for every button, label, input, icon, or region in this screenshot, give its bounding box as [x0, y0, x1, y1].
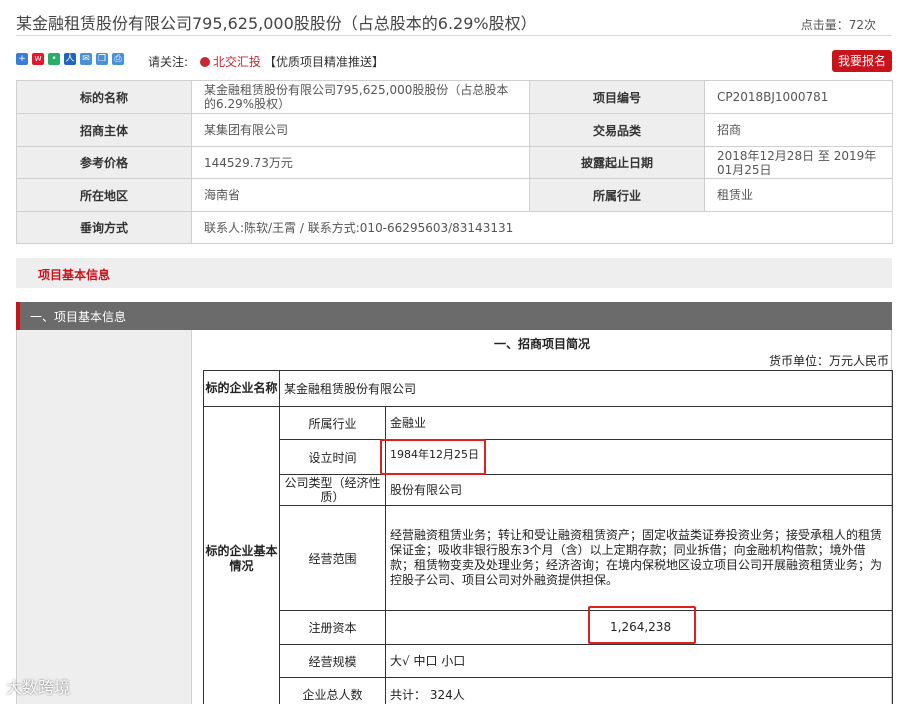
row-value: 经营融资租赁业务；转让和受让融资租赁资产；固定收益类证券投资业务；接受承租人的租…	[384, 505, 894, 611]
section-bar-label: 一、项目基本信息	[30, 310, 127, 324]
brand-dot-icon	[200, 57, 210, 67]
row-label: 经营规模	[279, 644, 386, 678]
detail-table: 标的企业名称 某金融租赁股份有限公司 标的企业基本情况 所属行业 金融业 设立时…	[203, 370, 894, 704]
info-value: 海南省	[191, 178, 530, 212]
page-title: 某金融租赁股份有限公司795,625,000股股份（占总股本的6.29%股权）	[16, 14, 537, 33]
table-row: 公司类型（经济性质） 股份有限公司	[204, 474, 894, 506]
row-value: 股份有限公司	[384, 474, 894, 506]
table-row: 标的企业基本情况 所属行业 金融业	[203, 406, 894, 704]
registered-capital: 1,264,238	[610, 620, 672, 634]
founding-date: 1984年12月25日	[390, 448, 479, 461]
detail-title: 一、招商项目简况	[493, 337, 590, 351]
table-row: 设立时间	[204, 439, 894, 475]
share-row: + w • 人 ✉ ❐ ⎙ 请关注: 北交汇投 【优质项目精准推送】 我要报名	[16, 50, 892, 72]
row-label: 公司类型（经济性质）	[279, 474, 386, 506]
info-value: 联系人:陈软/王霄 / 联系方式:010-66295603/83143131	[191, 211, 893, 244]
info-value: 某金融租赁股份有限公司795,625,000股股份（占总股本的6.29%股权）	[191, 80, 530, 114]
info-key: 标的名称	[16, 80, 192, 114]
table-row: 注册资本	[204, 610, 894, 645]
info-value: 2018年12月28日 至 2019年01月25日	[704, 146, 893, 179]
mail-icon[interactable]: ✉	[80, 53, 92, 65]
register-button[interactable]: 我要报名	[832, 50, 892, 72]
info-key: 参考价格	[16, 146, 192, 179]
project-info-table: 标的名称 某金融租赁股份有限公司795,625,000股股份（占总股本的6.29…	[16, 80, 893, 244]
company-name-value: 某金融租赁股份有限公司	[278, 370, 894, 407]
info-key: 招商主体	[16, 113, 192, 147]
wechat-icon[interactable]: •	[48, 53, 60, 65]
info-value: 某集团有限公司	[191, 113, 530, 147]
info-value: CP2018BJ1000781	[704, 80, 893, 114]
follow-label: 请关注:	[148, 55, 189, 69]
info-key: 交易品类	[529, 113, 705, 147]
row-label: 设立时间	[279, 439, 386, 475]
table-row: 垂询方式 联系人:陈软/王霄 / 联系方式:010-66295603/83143…	[16, 211, 893, 244]
print-icon[interactable]: ⎙	[112, 53, 124, 65]
share-icons: + w • 人 ✉ ❐ ⎙	[16, 53, 124, 65]
table-row: 招商主体 某集团有限公司 交易品类 招商	[16, 113, 893, 147]
section-tab-label: 项目基本信息	[38, 268, 111, 282]
company-name-label: 标的企业名称	[203, 370, 280, 407]
side-column	[16, 330, 192, 704]
weibo-icon[interactable]: w	[32, 53, 44, 65]
row-label: 经营范围	[279, 505, 386, 611]
row-label: 所属行业	[279, 406, 386, 440]
info-key: 垂询方式	[16, 211, 192, 244]
row-value: 大√ 中口 小口	[384, 644, 894, 678]
plus-icon[interactable]: +	[16, 53, 28, 65]
info-key: 所属行业	[529, 178, 705, 212]
follow-link-text: 北交汇投	[213, 55, 262, 69]
company-basic-label: 标的企业基本情况	[203, 406, 280, 704]
table-row: 经营规模 大√ 中口 小口	[204, 644, 894, 678]
info-value: 招商	[704, 113, 893, 147]
row-value: 金融业	[384, 406, 894, 440]
row-label: 企业总人数	[279, 677, 386, 704]
follow-tag: 【优质项目精准推送】	[264, 55, 385, 69]
page-header: 某金融租赁股份有限公司795,625,000股股份（占总股本的6.29%股权） …	[16, 8, 892, 36]
section-bar: 一、项目基本信息	[16, 302, 892, 330]
copy-icon[interactable]: ❐	[96, 53, 108, 65]
info-key: 披露起止日期	[529, 146, 705, 179]
row-value: 共计： 324人	[384, 677, 894, 704]
table-row: 标的名称 某金融租赁股份有限公司795,625,000股股份（占总股本的6.29…	[16, 80, 893, 114]
table-row: 经营范围 经营融资租赁业务；转让和受让融资租赁资产；固定收益类证券投资业务；接受…	[204, 505, 894, 611]
currency-unit: 货币单位：万元人民币	[768, 354, 889, 368]
watermark: 大数跨境	[6, 678, 71, 697]
info-key: 所在地区	[16, 178, 192, 212]
view-count: 点击量：72次	[800, 18, 876, 32]
table-row: 企业总人数 共计： 324人	[204, 677, 894, 704]
info-value: 144529.73万元	[191, 146, 530, 179]
follow-link[interactable]: 北交汇投	[200, 53, 261, 70]
table-row: 标的企业名称 某金融租赁股份有限公司	[203, 370, 894, 407]
row-label: 注册资本	[279, 610, 386, 645]
renren-icon[interactable]: 人	[64, 53, 76, 65]
info-value: 租赁业	[704, 178, 893, 212]
info-key: 项目编号	[529, 80, 705, 114]
table-row: 所在地区 海南省 所属行业 租赁业	[16, 178, 893, 212]
table-row: 参考价格 144529.73万元 披露起止日期 2018年12月28日 至 20…	[16, 146, 893, 179]
section-tab[interactable]: 项目基本信息	[16, 258, 892, 288]
